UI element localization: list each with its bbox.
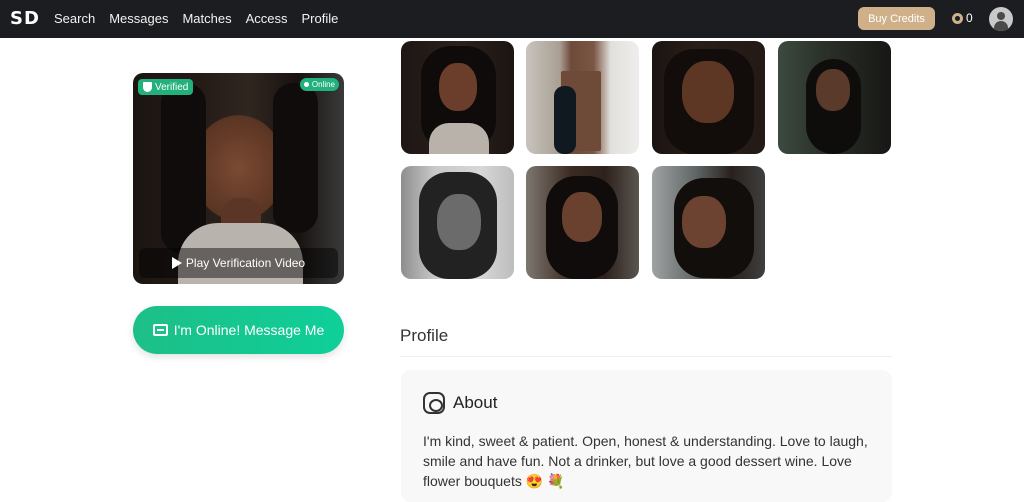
message-button-label: I'm Online! Message Me [173, 322, 325, 338]
top-navbar: SD Search Messages Matches Access Profil… [0, 0, 1024, 38]
nav-access[interactable]: Access [246, 11, 288, 26]
about-title: About [453, 393, 498, 412]
photo-face [682, 61, 734, 123]
credits-counter[interactable]: 0 [952, 11, 973, 25]
gallery-photo-2[interactable] [526, 41, 639, 154]
gallery-photo-1[interactable] [401, 41, 514, 154]
play-icon [171, 257, 182, 269]
online-label: Online [311, 80, 335, 89]
shield-icon [143, 82, 152, 92]
user-avatar[interactable] [989, 7, 1013, 31]
nav-messages[interactable]: Messages [109, 11, 168, 26]
gallery-photo-5[interactable] [401, 166, 514, 279]
gallery-photo-3[interactable] [652, 41, 765, 154]
play-verification-video-button[interactable]: Play Verification Video [139, 248, 338, 278]
coin-icon [952, 12, 963, 24]
gallery-photo-6[interactable] [526, 166, 639, 279]
about-text: I'm kind, sweet & patient. Open, honest … [423, 433, 868, 489]
main-profile-photo[interactable]: Verified Online Play Verification Video [133, 73, 344, 284]
nav-profile[interactable]: Profile [302, 11, 339, 26]
main-nav: Search Messages Matches Access Profile [54, 11, 352, 26]
about-card: About I'm kind, sweet & patient. Open, h… [401, 370, 892, 502]
photo-face [816, 69, 850, 111]
gallery-photo-4[interactable] [778, 41, 891, 154]
profile-section-title: Profile [400, 326, 449, 345]
face-icon [423, 392, 445, 414]
nav-search[interactable]: Search [54, 11, 95, 26]
section-divider [400, 356, 892, 357]
online-dot-icon [303, 82, 309, 87]
user-icon-body [994, 21, 1008, 31]
verified-badge: Verified [138, 79, 194, 95]
photo-face [562, 192, 602, 242]
site-logo[interactable]: SD [10, 8, 40, 29]
chat-bubble-icon [152, 324, 168, 336]
gallery-photo-7[interactable] [652, 166, 765, 279]
message-me-button[interactable]: I'm Online! Message Me [133, 306, 344, 354]
photo-face [439, 63, 477, 111]
photo-figure [554, 86, 576, 154]
about-header: About [423, 392, 497, 414]
nav-matches[interactable]: Matches [182, 11, 231, 26]
photo-shirt [429, 123, 489, 154]
photo-face [682, 196, 726, 248]
verified-label: Verified [155, 81, 189, 93]
buy-credits-button[interactable]: Buy Credits [858, 7, 935, 30]
play-label: Play Verification Video [185, 256, 306, 270]
credits-count: 0 [966, 11, 973, 25]
user-icon-head [997, 12, 1005, 20]
photo-face [437, 194, 481, 250]
photo-hair-right [273, 83, 318, 233]
online-badge: Online [299, 78, 339, 91]
